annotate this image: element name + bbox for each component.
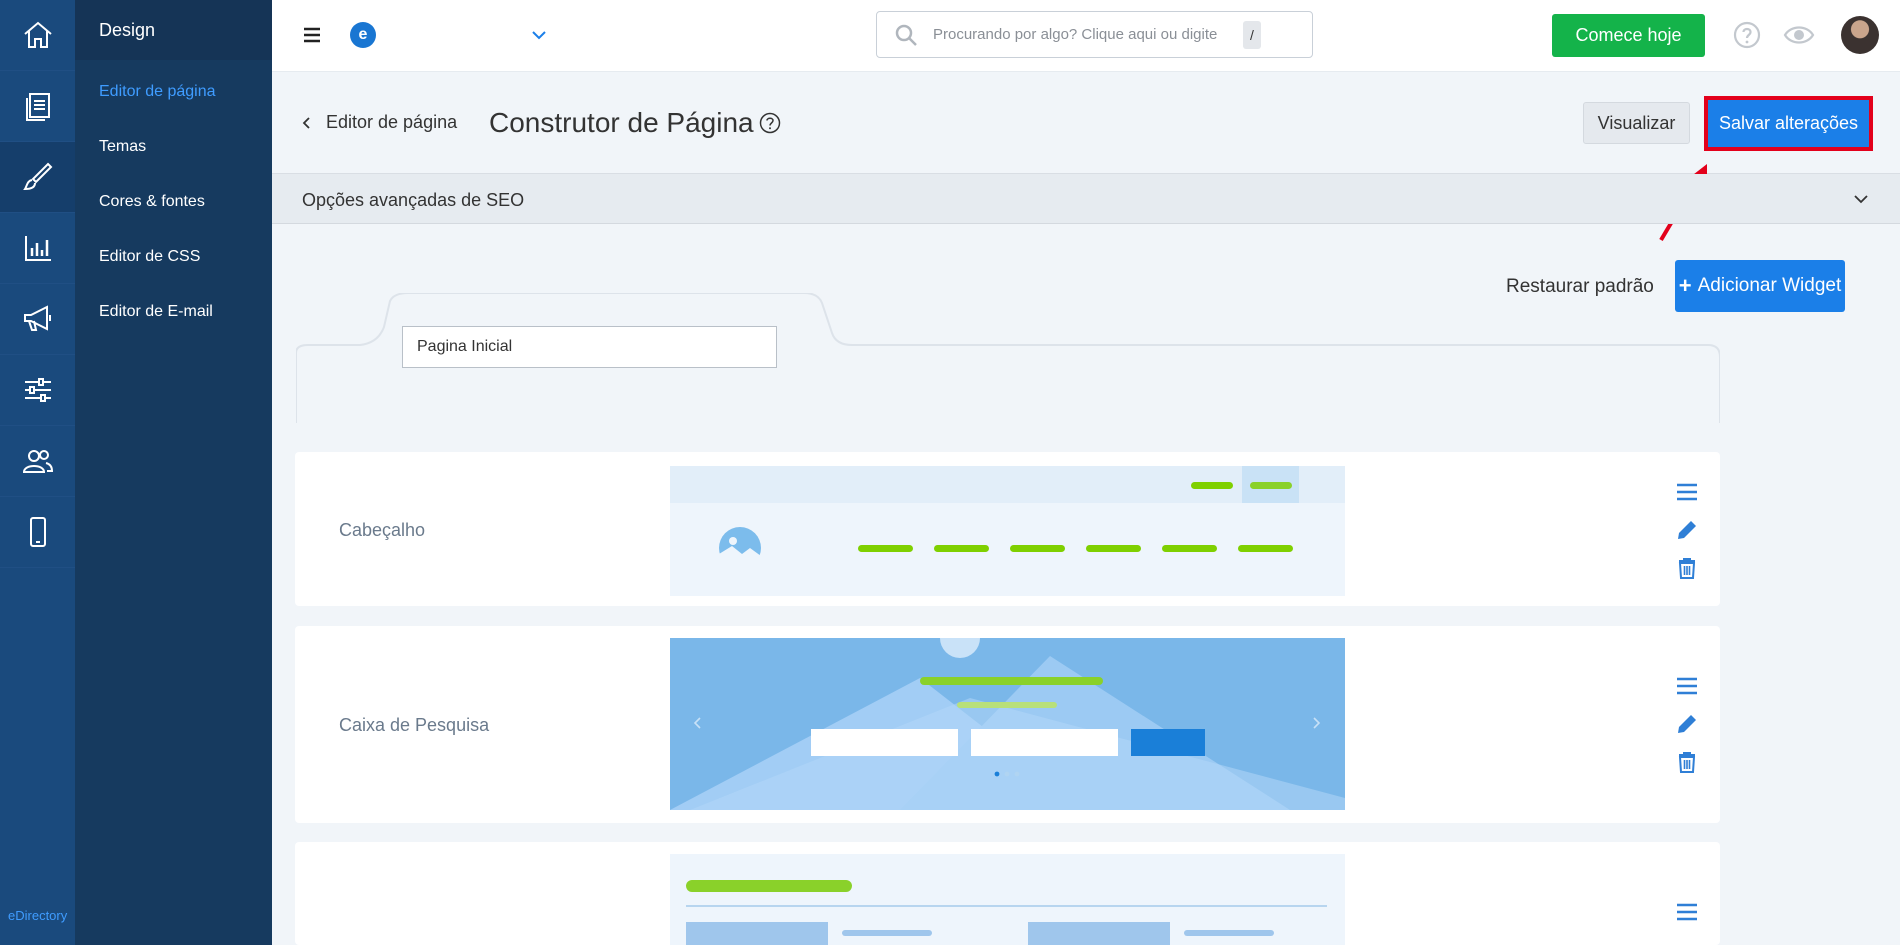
rail-design[interactable] [0,142,75,213]
top-bar: e / Comece hoje [272,0,1900,72]
back-link-label: Editor de página [326,112,458,132]
widget-label: Cabeçalho [339,520,426,540]
widget-actions [1675,674,1699,773]
help-icon[interactable] [759,112,781,134]
preview-button[interactable]: Visualizar [1583,102,1690,144]
rail-home[interactable] [0,0,75,71]
edit-pencil-icon[interactable] [1675,712,1699,736]
drag-handle-icon[interactable] [1675,674,1699,698]
submenu-title: Design [75,0,272,60]
widget-actions [1675,900,1699,940]
chevron-down-icon[interactable] [1852,190,1870,208]
users-icon [22,450,53,473]
icon-rail: eDirectory [0,0,75,945]
submenu-item-email-editor[interactable]: Editor de E-mail [75,284,272,339]
submenu-item-page-editor[interactable]: Editor de página [75,64,272,119]
start-today-button[interactable]: Comece hoje [1552,14,1705,57]
save-changes-button[interactable]: Salvar alterações [1708,100,1869,147]
trash-icon[interactable] [1675,750,1699,774]
back-link[interactable]: Editor de página [302,112,457,133]
design-submenu: Design Editor de página Temas Cores & fo… [75,0,272,945]
search-widget-preview [670,638,1345,810]
rail-settings[interactable] [0,355,75,426]
widget-card-third [295,842,1720,945]
submenu-item-themes[interactable]: Temas [75,119,272,174]
bar-chart-icon [24,236,51,261]
edit-pencil-icon[interactable] [1675,518,1699,542]
hamburger-menu-icon[interactable] [302,25,322,45]
user-avatar[interactable] [1841,16,1879,54]
rail-reports[interactable] [0,213,75,284]
drag-handle-icon[interactable] [1675,900,1699,924]
eye-icon[interactable] [1783,22,1815,48]
page-header: Editor de página Construtor de Página Vi… [272,72,1900,174]
third-widget-preview [670,854,1345,945]
trash-icon[interactable] [1675,556,1699,580]
mobile-icon [29,517,46,547]
rail-promotions[interactable] [0,284,75,355]
page-title: Construtor de Página [489,107,754,138]
header-widget-preview [670,466,1345,596]
rail-content[interactable] [0,71,75,142]
sliders-icon [24,378,51,402]
submenu-item-colors-fonts[interactable]: Cores & fontes [75,174,272,229]
widget-label: Caixa de Pesquisa [339,715,490,735]
submenu-item-css-editor[interactable]: Editor de CSS [75,229,272,284]
rail-mobile[interactable] [0,497,75,568]
search-icon [895,24,917,46]
chevron-down-icon[interactable] [530,26,548,44]
search-input[interactable] [933,26,1233,43]
page-name-input[interactable] [402,326,777,368]
search-box[interactable]: / [876,11,1313,58]
widget-card-search-box: Caixa de Pesquisa [295,626,1720,823]
widget-actions [1675,480,1699,579]
seo-options-bar[interactable]: Opções avançadas de SEO [272,174,1900,224]
search-shortcut-key: / [1243,20,1261,49]
widget-card-header: Cabeçalho [295,452,1720,606]
documents-icon [25,93,50,121]
brand-link[interactable]: eDirectory [8,908,67,923]
help-icon[interactable] [1733,21,1761,49]
brush-icon [22,162,52,191]
save-button-highlight: Salvar alterações [1704,96,1873,151]
site-logo[interactable]: e [350,22,376,48]
rail-users[interactable] [0,426,75,497]
seo-options-label: Opções avançadas de SEO [302,190,525,210]
chevron-left-icon [302,116,310,129]
home-icon [23,21,52,48]
megaphone-icon [23,305,51,331]
drag-handle-icon[interactable] [1675,480,1699,504]
